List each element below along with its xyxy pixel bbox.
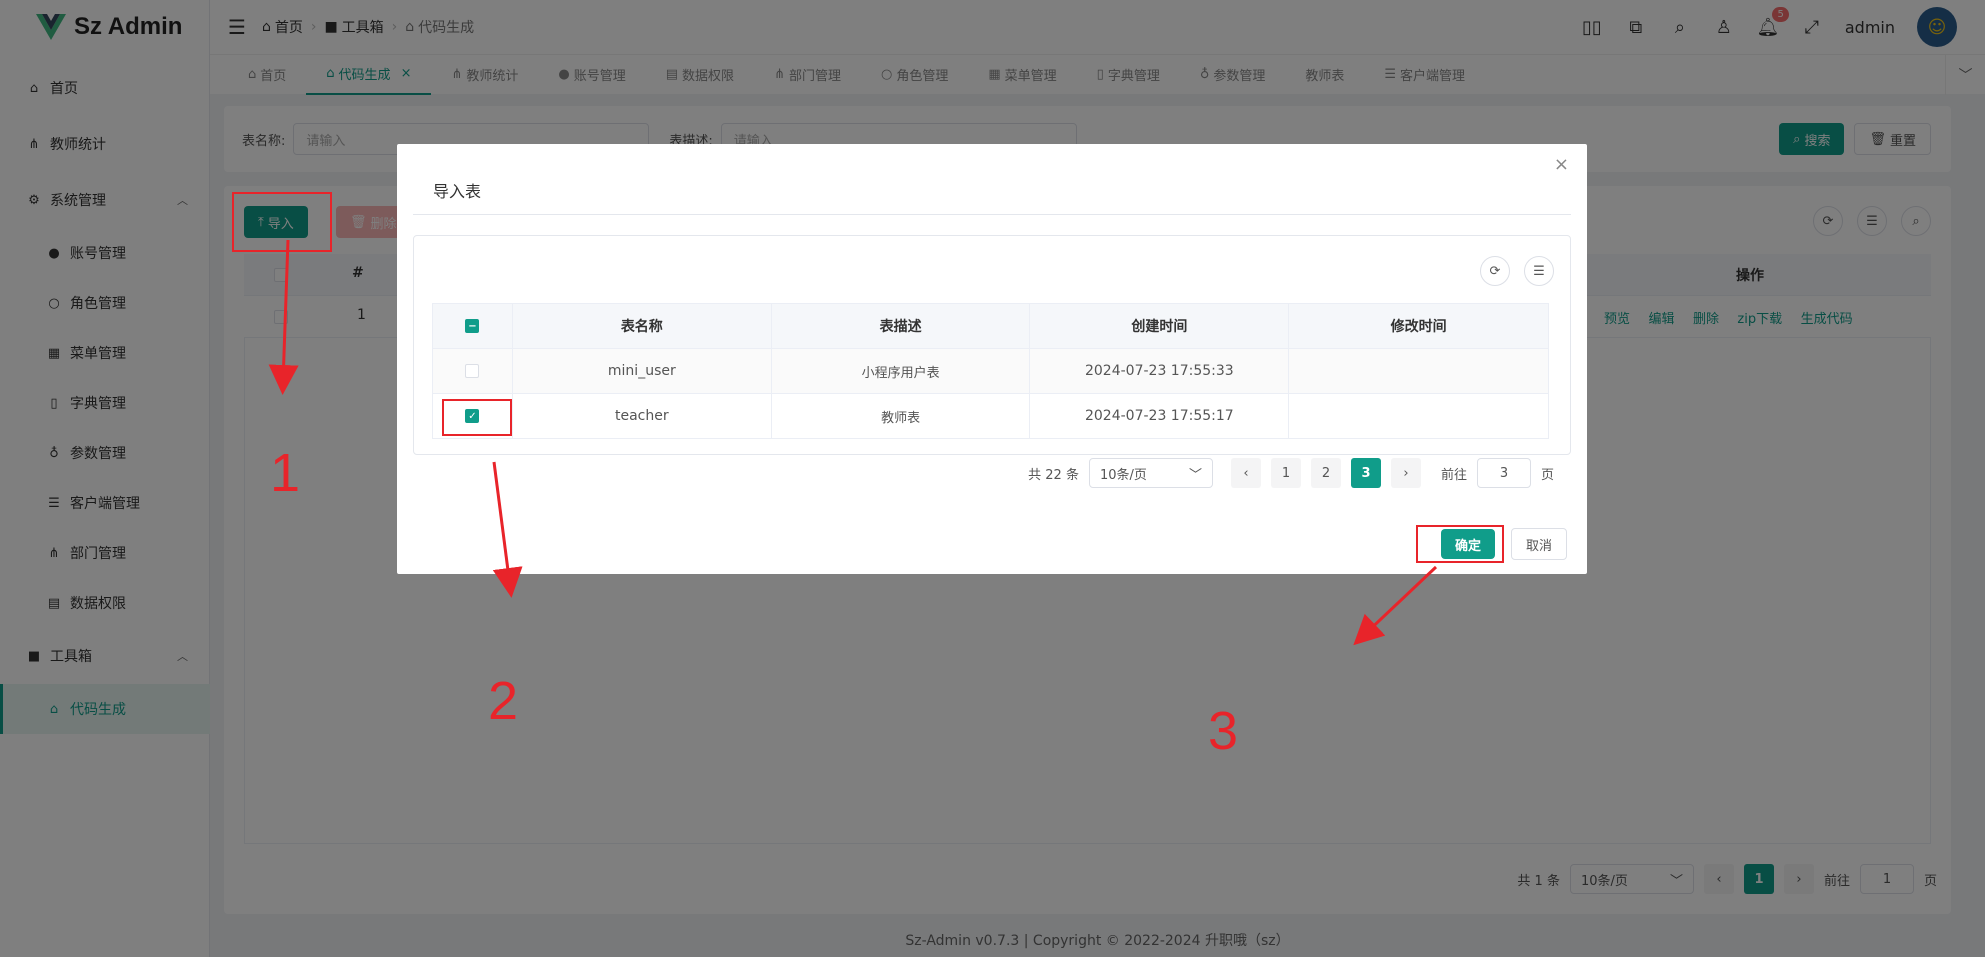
refresh-icon[interactable]: ⟳ (1480, 256, 1510, 286)
row-check-cell (432, 348, 513, 394)
cell-table-name: teacher (511, 393, 772, 439)
chevron-down-icon: ﹀ (1188, 467, 1202, 483)
page-button[interactable]: 2 (1310, 458, 1341, 488)
annotation-label-1: 1 (270, 443, 301, 503)
dialog-title: 导入表 (433, 182, 482, 201)
dialog-pagination: 共 22 条 10条/页 ﹀ ‹ 1 2 3 › 前往 3 页 (1028, 458, 1554, 488)
annotation-box-checkbox (442, 399, 512, 436)
dialog-divider (413, 214, 1571, 215)
col-header: 表名称 (511, 303, 772, 349)
table-row[interactable]: mini_user 小程序用户表 2024-07-23 17:55:33 (432, 348, 1549, 394)
goto-input[interactable]: 3 (1476, 458, 1531, 488)
page-size-select[interactable]: 10条/页﹀ (1088, 458, 1213, 488)
import-table: − 表名称 表描述 创建时间 修改时间 mini_user 小程序用户表 202… (432, 303, 1549, 439)
column-settings-icon[interactable]: ☰ (1524, 256, 1554, 286)
col-header: 修改时间 (1288, 303, 1549, 349)
pagination-total: 共 22 条 (1028, 467, 1079, 483)
goto-unit: 页 (1540, 467, 1554, 483)
col-header: 创建时间 (1029, 303, 1290, 349)
row-checkbox[interactable] (465, 364, 480, 378)
cell-table-desc: 教师表 (770, 393, 1031, 439)
page-button[interactable]: 1 (1270, 458, 1301, 488)
cell-table-name: mini_user (511, 348, 772, 394)
annotation-label-2: 2 (488, 671, 519, 731)
dialog-table-panel: ⟳ ☰ − 表名称 表描述 创建时间 修改时间 mini_user 小程序用户表… (413, 235, 1571, 488)
annotation-box-confirm (1416, 525, 1504, 563)
cell-modified (1288, 393, 1549, 439)
select-all-checkbox[interactable]: − (465, 319, 480, 333)
cell-table-desc: 小程序用户表 (770, 348, 1031, 394)
cell-created: 2024-07-23 17:55:33 (1029, 348, 1290, 394)
page-button[interactable]: 3 (1350, 458, 1381, 488)
table-header-row: − 表名称 表描述 创建时间 修改时间 (432, 303, 1549, 349)
col-header: 表描述 (770, 303, 1031, 349)
close-icon[interactable]: × (1554, 154, 1569, 175)
goto-label: 前往 (1440, 467, 1467, 483)
prev-page-button[interactable]: ‹ (1230, 458, 1261, 488)
cancel-button[interactable]: 取消 (1511, 528, 1568, 560)
annotation-label-3: 3 (1208, 701, 1239, 761)
import-table-dialog: 导入表 × ⟳ ☰ − 表名称 表描述 创建时间 修改时间 mini_user … (397, 144, 1587, 574)
annotation-box-import (232, 192, 332, 252)
select-all-cell: − (432, 303, 513, 349)
table-row[interactable]: ✓ teacher 教师表 2024-07-23 17:55:17 (432, 393, 1549, 439)
cell-created: 2024-07-23 17:55:17 (1029, 393, 1290, 439)
cell-modified (1288, 348, 1549, 394)
next-page-button[interactable]: › (1390, 458, 1421, 488)
